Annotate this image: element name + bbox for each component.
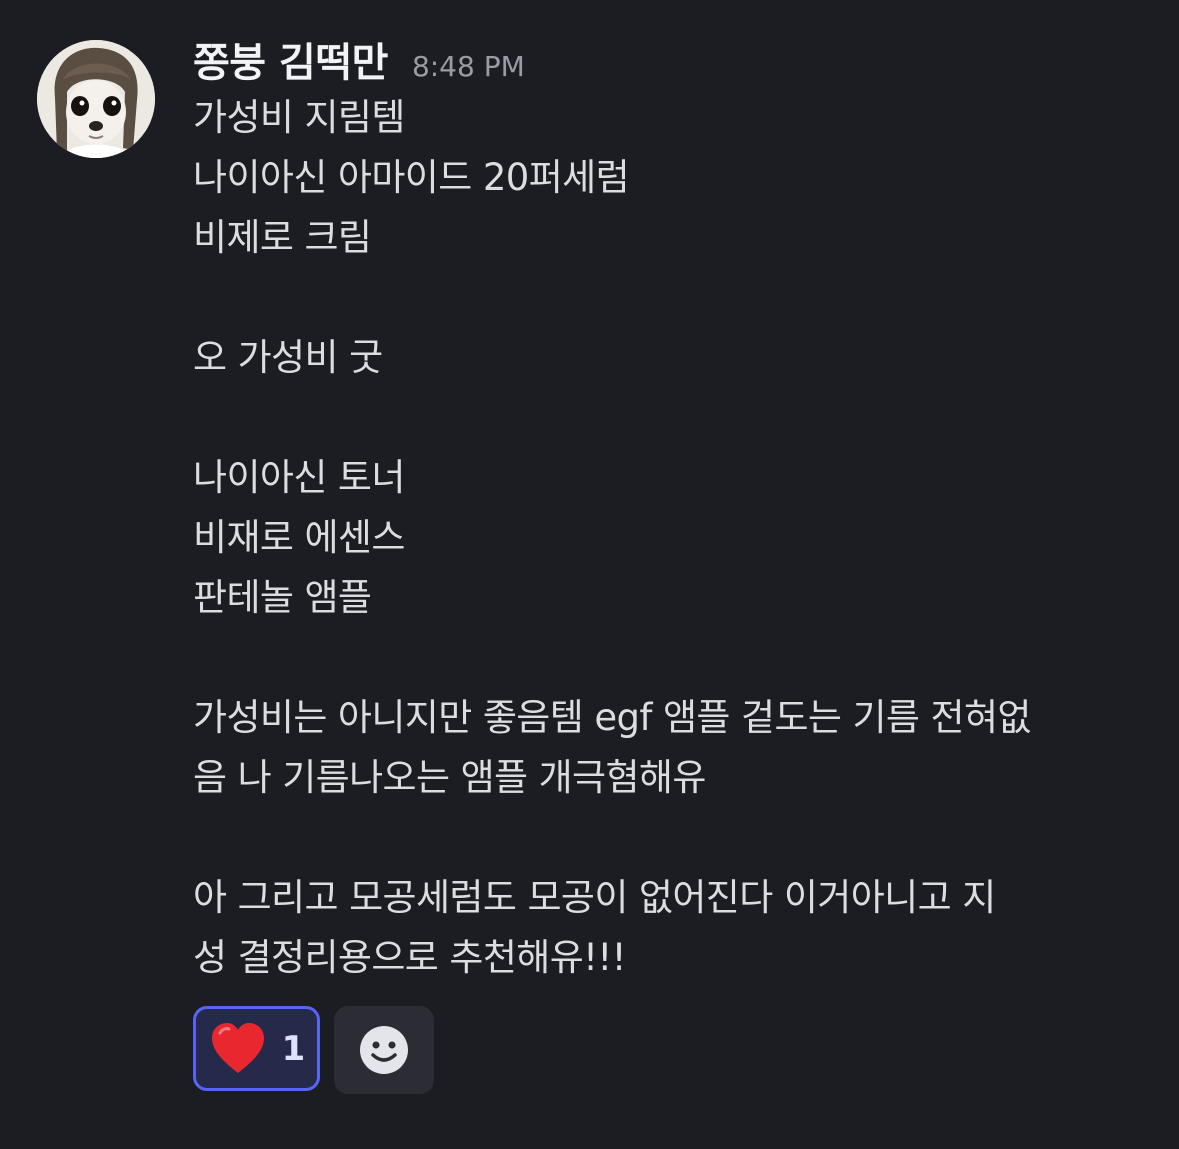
message-line: [193, 628, 1153, 688]
message-timestamp: 8:48 PM: [411, 50, 525, 83]
message-line: 아 그리고 모공세럼도 모공이 없어진다 이거아니고 지: [193, 876, 996, 919]
message-line: 음 나 기름나오는 앰플 개극혐해유: [193, 756, 706, 799]
message-line: 가성비는 아니지만 좋음템 egf 앰플 겉도는 기름 전혀없: [193, 696, 1031, 739]
message-line: 나이아신 아마이드 20퍼세럼: [193, 156, 630, 199]
message-line: 비재로 에센스: [193, 516, 405, 559]
dog-avatar-image: [37, 40, 155, 158]
message-line: 비제로 크림: [193, 216, 372, 259]
message-line: 가성비 지림템: [193, 96, 405, 139]
author-avatar[interactable]: [37, 40, 155, 158]
message-line: [193, 268, 1153, 328]
smiley-icon: [358, 1024, 410, 1076]
message-line: 성 결정리용으로 추천해유!!!: [193, 936, 626, 979]
author-username[interactable]: 쫑붕 김떡만: [193, 30, 388, 88]
heart-icon: [208, 1019, 268, 1079]
message-line: 판테놀 앰플: [193, 576, 372, 619]
message-line: 오 가성비 굿: [193, 336, 383, 379]
heart-reaction-button[interactable]: 1: [193, 1006, 320, 1091]
reaction-bar: 1: [193, 1006, 434, 1094]
message-line: 나이아신 토너: [193, 456, 405, 499]
reaction-count: 1: [281, 1028, 306, 1069]
message-header: 쫑붕 김떡만 8:48 PM: [193, 30, 525, 90]
message-content: 가성비 지림템 나이아신 아마이드 20퍼세럼 비제로 크림 오 가성비 굿 나…: [193, 88, 1153, 988]
message-line: [193, 808, 1153, 868]
message-line: [193, 388, 1153, 448]
chat-message: 쫑붕 김떡만 8:48 PM 가성비 지림템 나이아신 아마이드 20퍼세럼 비…: [0, 0, 1179, 1149]
add-reaction-button[interactable]: [334, 1006, 434, 1094]
